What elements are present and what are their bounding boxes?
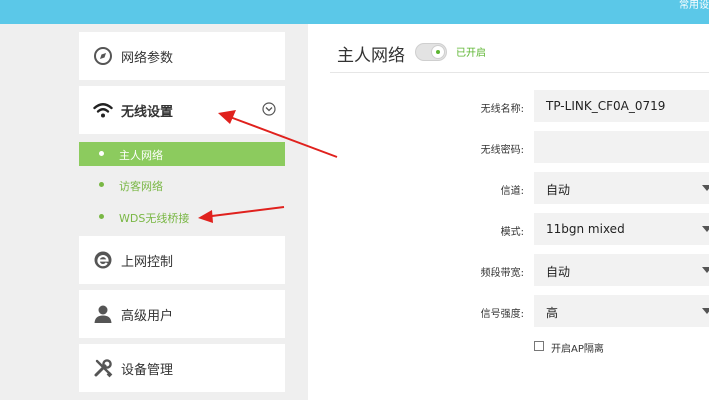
- signal-value: 高: [546, 306, 559, 320]
- mode-label: 模式:: [500, 227, 524, 238]
- sub-item-host-network[interactable]: 主人网络: [79, 142, 285, 166]
- host-network-toggle[interactable]: [415, 43, 447, 61]
- compass-icon: [94, 47, 112, 65]
- dropdown-arrow-icon: [702, 308, 709, 314]
- sidebar-item-internet-control[interactable]: 上网控制: [79, 236, 285, 284]
- toggle-knob: [431, 45, 445, 59]
- ap-isolation-label: 开启AP隔离: [551, 344, 604, 355]
- password-input[interactable]: [534, 131, 709, 163]
- internet-explorer-icon: [94, 251, 112, 269]
- password-label: 无线密码:: [480, 145, 524, 156]
- bandwidth-value: 自动: [546, 265, 571, 279]
- mode-select[interactable]: 11bgn mixed: [534, 213, 709, 245]
- ssid-label: 无线名称:: [480, 104, 524, 115]
- sub-item-label: WDS无线桥接: [119, 212, 190, 225]
- signal-label: 信号强度:: [480, 309, 524, 320]
- header-divider: [330, 72, 709, 73]
- status-dot-icon: [436, 50, 440, 54]
- ssid-input[interactable]: TP-LINK_CF0A_0719: [534, 90, 709, 122]
- toggle-status: 已开启: [456, 48, 486, 59]
- dropdown-arrow-icon: [702, 267, 709, 273]
- mode-value: 11bgn mixed: [546, 222, 625, 236]
- sidebar-item-advanced-users[interactable]: 高级用户: [79, 290, 285, 338]
- channel-label: 信道:: [500, 186, 524, 197]
- bandwidth-label: 频段带宽:: [480, 268, 524, 279]
- signal-select[interactable]: 高: [534, 295, 709, 327]
- sidebar-item-label: 上网控制: [121, 255, 174, 270]
- sidebar-item-label: 网络参数: [121, 51, 174, 66]
- sub-item-wds-bridge[interactable]: WDS无线桥接: [79, 205, 285, 229]
- channel-select[interactable]: 自动: [534, 172, 709, 204]
- sidebar-item-label: 无线设置: [121, 105, 174, 120]
- tools-icon: [94, 359, 113, 378]
- ap-isolation-checkbox[interactable]: [534, 341, 544, 351]
- ssid-value: TP-LINK_CF0A_0719: [546, 99, 666, 113]
- dropdown-arrow-icon: [702, 185, 709, 191]
- wifi-icon: [93, 103, 113, 118]
- sidebar-item-device-management[interactable]: 设备管理: [79, 344, 285, 392]
- dropdown-arrow-icon: [702, 226, 709, 232]
- sidebar-item-network-params[interactable]: 网络参数: [79, 32, 285, 80]
- bullet-icon: [99, 151, 104, 156]
- sub-item-label: 访客网络: [119, 180, 163, 193]
- sub-item-label: 主人网络: [119, 149, 163, 162]
- sidebar-item-label: 高级用户: [121, 309, 174, 324]
- page-title: 主人网络: [337, 46, 405, 66]
- bandwidth-select[interactable]: 自动: [534, 254, 709, 286]
- top-bar: 常用设: [0, 0, 709, 24]
- chevron-down-icon[interactable]: [262, 102, 276, 116]
- channel-value: 自动: [546, 183, 571, 197]
- sub-item-guest-network[interactable]: 访客网络: [79, 173, 285, 197]
- bullet-icon: [99, 182, 104, 187]
- user-icon: [94, 305, 112, 323]
- sidebar-item-wireless-settings[interactable]: 无线设置: [79, 86, 285, 134]
- bullet-icon: [99, 214, 104, 219]
- common-settings-link[interactable]: 常用设: [679, 0, 709, 11]
- sidebar-item-label: 设备管理: [121, 363, 174, 378]
